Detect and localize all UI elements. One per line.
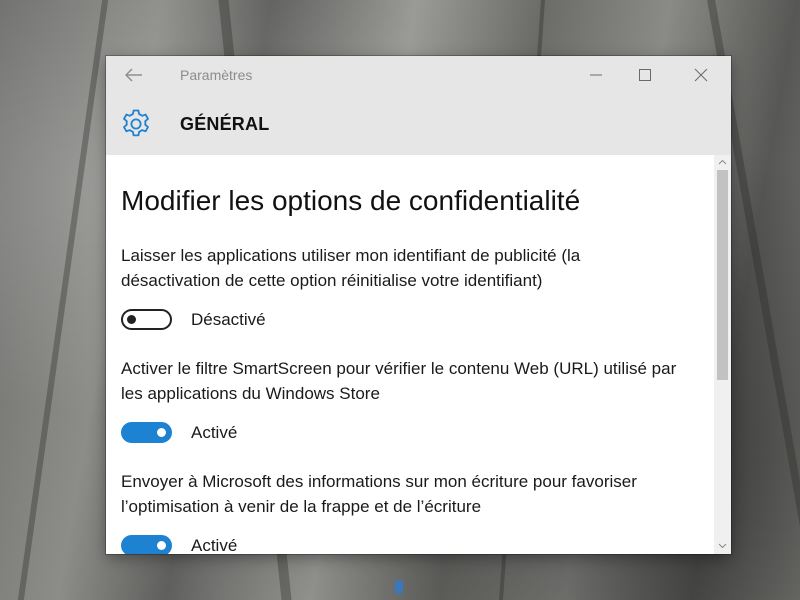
toggle-knob — [157, 541, 166, 550]
minimize-button[interactable] — [573, 56, 619, 94]
vertical-scrollbar[interactable] — [714, 155, 731, 554]
page-header: GÉNÉRAL — [106, 94, 731, 155]
scroll-up-arrow-icon[interactable] — [718, 158, 727, 167]
toggle-knob — [127, 315, 136, 324]
back-arrow-icon — [124, 68, 142, 82]
climber-figure — [395, 580, 403, 594]
smartscreen-toggle[interactable] — [121, 422, 172, 443]
toggle-row: Activé — [121, 535, 421, 554]
title-bar[interactable]: Paramètres — [106, 56, 731, 94]
settings-content[interactable]: Modifier les options de confidentialité … — [106, 155, 714, 554]
option-advertising-id: Laisser les applications utiliser mon id… — [121, 243, 681, 330]
minimize-icon — [590, 74, 602, 76]
toggle-state-label: Désactivé — [191, 310, 266, 329]
toggle-row: Activé — [121, 422, 421, 448]
option-smartscreen: Activer le filtre SmartScreen pour vérif… — [121, 356, 681, 443]
gear-icon — [123, 109, 149, 137]
maximize-button[interactable] — [622, 56, 668, 94]
option-description: Activer le filtre SmartScreen pour vérif… — [121, 359, 677, 403]
option-typing-info: Envoyer à Microsoft des informations sur… — [121, 469, 681, 554]
rock-streak — [17, 0, 109, 600]
section-title: GÉNÉRAL — [180, 114, 270, 134]
scrollbar-thumb[interactable] — [717, 170, 728, 380]
page-title: Modifier les options de confidentialité — [121, 185, 581, 216]
option-description: Envoyer à Microsoft des informations sur… — [121, 472, 637, 516]
maximize-icon — [639, 69, 651, 81]
settings-window: Paramètres GÉNÉRAL Modifier les options … — [106, 56, 731, 554]
toggle-state-label: Activé — [191, 536, 238, 554]
toggle-row: Désactivé — [121, 309, 421, 335]
scroll-down-arrow-icon[interactable] — [718, 541, 727, 550]
toggle-knob — [157, 428, 166, 437]
back-button[interactable] — [120, 63, 148, 87]
option-description: Laisser les applications utiliser mon id… — [121, 246, 581, 290]
advertising-id-toggle[interactable] — [121, 309, 172, 330]
window-title: Paramètres — [180, 67, 253, 83]
close-icon — [694, 68, 708, 82]
toggle-state-label: Activé — [191, 423, 238, 442]
typing-info-toggle[interactable] — [121, 535, 172, 554]
close-button[interactable] — [678, 56, 724, 94]
